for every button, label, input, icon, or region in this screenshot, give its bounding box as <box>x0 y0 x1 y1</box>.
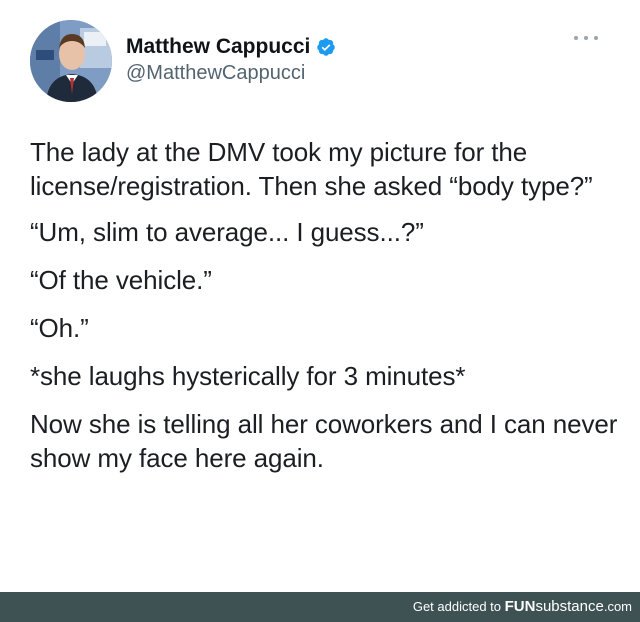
author-info: Matthew Cappucci @MatthewCappucci <box>126 34 336 86</box>
funsubstance-link[interactable]: Get addicted to FUNsubstance.com <box>413 598 632 616</box>
tweet-paragraph: *she laughs hysterically for 3 minutes* <box>30 361 466 391</box>
profile-photo-icon <box>30 20 112 102</box>
dot <box>584 36 588 40</box>
dot <box>574 36 578 40</box>
tweet-card: Matthew Cappucci @MatthewCappucci The la… <box>0 0 640 592</box>
tweet-paragraph: Now she is telling all her coworkers and… <box>30 409 618 473</box>
footer-brand-substance: substance <box>535 598 604 615</box>
footer-prefix: Get addicted to <box>412 599 505 614</box>
author-display-name-row[interactable]: Matthew Cappucci <box>126 34 336 60</box>
tweet-paragraph: “Of the vehicle.” <box>30 265 212 295</box>
tweet-paragraph: “Oh.” <box>30 313 89 343</box>
author-handle[interactable]: @MatthewCappucci <box>126 60 336 86</box>
tweet-paragraph: “Um, slim to average... I guess...?” <box>30 217 424 247</box>
tweet-paragraph: The lady at the DMV took my picture for … <box>30 137 593 201</box>
author-display-name[interactable]: Matthew Cappucci <box>126 34 310 60</box>
footer-brand-tld: .com <box>603 599 632 614</box>
watermark-footer: Get addicted to FUNsubstance.com <box>0 592 640 622</box>
dot <box>594 36 598 40</box>
verified-badge-icon <box>317 38 336 56</box>
more-options-icon[interactable] <box>574 30 598 46</box>
avatar[interactable] <box>30 20 112 102</box>
tweet-text: The lady at the DMV took my picture for … <box>30 135 630 489</box>
tweet-header: Matthew Cappucci @MatthewCappucci <box>30 20 610 102</box>
footer-brand-fun: FUN <box>504 598 536 615</box>
